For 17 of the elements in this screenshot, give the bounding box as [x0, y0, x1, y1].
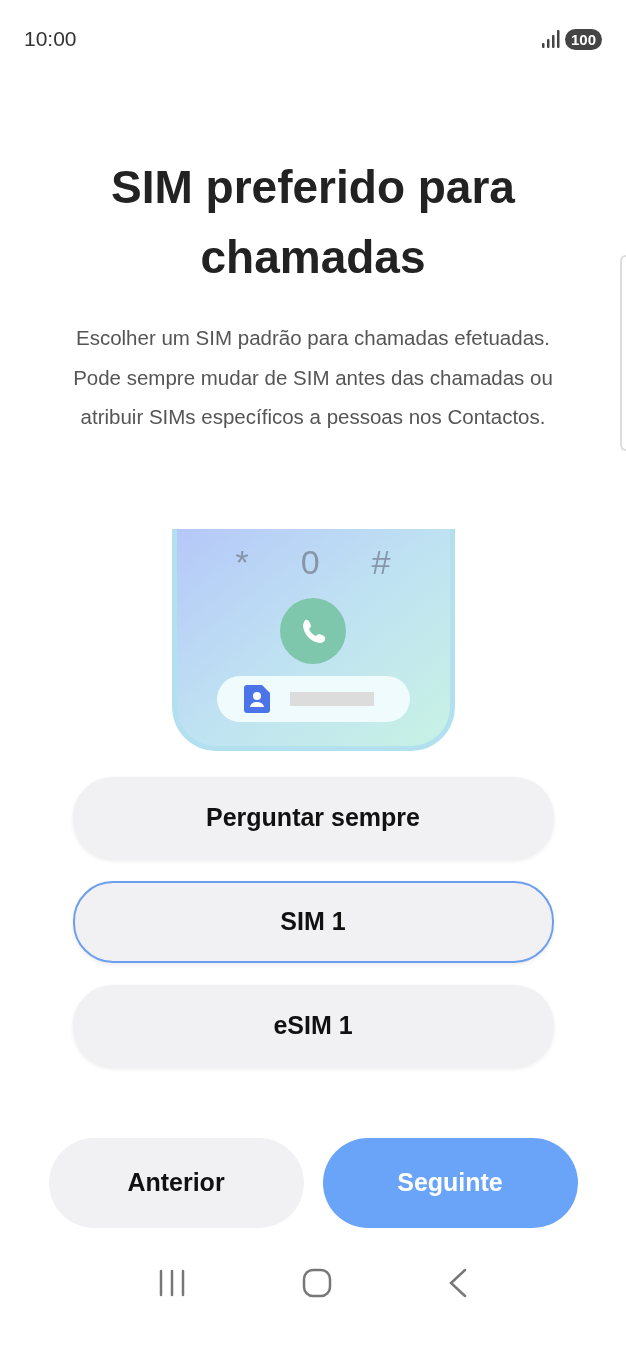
- back-button[interactable]: Anterior: [48, 1137, 304, 1228]
- battery-level: 100: [564, 28, 602, 50]
- sim-option[interactable]: eSIM 1: [72, 984, 554, 1067]
- home-icon[interactable]: [302, 1267, 332, 1298]
- sim-option[interactable]: SIM 1: [72, 880, 554, 963]
- page-title: SIM preferido para chamadas: [110, 160, 516, 285]
- description: Escolher um SIM padrão para chamadas efetuadas. Pode sempre mudar de SIM antes das chamadas ou atribuir SIMs específicos a pessoas nos Contactos.: [72, 325, 554, 430]
- signal-icon: [540, 30, 561, 48]
- sim-option[interactable]: Perguntar sempre: [72, 776, 554, 859]
- keypad-key: #: [371, 536, 391, 588]
- contact-icon: [243, 684, 270, 713]
- status-time: 10:00: [24, 26, 77, 53]
- call-icon: [280, 597, 346, 664]
- keypad-key: *: [235, 536, 249, 588]
- back-icon[interactable]: [448, 1267, 468, 1298]
- recent-apps-icon[interactable]: [158, 1268, 186, 1297]
- keypad-key: 0: [300, 536, 320, 588]
